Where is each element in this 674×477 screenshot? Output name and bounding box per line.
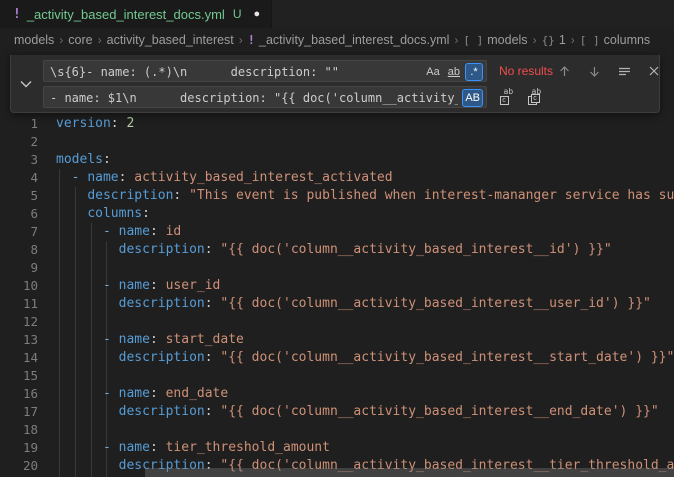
code-line: models: xyxy=(56,151,674,169)
line-number: 14 xyxy=(0,349,44,367)
array-symbol-icon: [ ] xyxy=(580,34,600,47)
breadcrumb-item[interactable]: core xyxy=(68,33,92,47)
breadcrumb-item[interactable]: {} 1 xyxy=(542,33,566,47)
breadcrumb-separator-icon: › xyxy=(59,33,63,47)
line-number: 8 xyxy=(0,241,44,259)
replace-value-text: - name: $1\n description: "{{ doc('colum… xyxy=(50,89,458,107)
breadcrumb: models › core › activity_based_interest ›! _ac… xyxy=(0,28,674,52)
code-line: description: "{{ doc('column__activity_b… xyxy=(56,349,674,367)
code-line: - name: id xyxy=(56,223,674,241)
code-line xyxy=(56,367,674,385)
code-line: version: 2 xyxy=(56,115,674,133)
replace-one-button[interactable]: abc xyxy=(497,86,519,108)
code-editor[interactable]: 1234567891011121314151617181920 version:… xyxy=(0,52,674,477)
code-line xyxy=(56,259,674,277)
array-symbol-icon: [ ] xyxy=(463,34,483,47)
code-line: columns: xyxy=(56,205,674,223)
code-line: description: "{{ doc('column__activity_b… xyxy=(56,403,674,421)
modified-dot-icon[interactable]: ● xyxy=(254,8,261,20)
tab-filename: _activity_based_interest_docs.yml xyxy=(27,7,225,22)
close-find-widget-button[interactable] xyxy=(643,60,665,82)
replace-all-icon: abc xyxy=(528,89,545,105)
replace-icon: abc xyxy=(500,89,517,105)
breadcrumb-label: _activity_based_interest_docs.yml xyxy=(259,33,449,47)
previous-match-button[interactable] xyxy=(553,60,575,82)
line-number: 4 xyxy=(0,169,44,187)
line-number: 3 xyxy=(0,151,44,169)
breadcrumb-separator-icon: › xyxy=(239,33,243,47)
line-number: 15 xyxy=(0,367,44,385)
breadcrumb-item[interactable]: models xyxy=(14,33,54,47)
code-line: description: "This event is published wh… xyxy=(56,187,674,205)
yaml-file-icon: ! xyxy=(13,7,21,22)
breadcrumb-separator-icon: › xyxy=(571,33,575,47)
line-number: 17 xyxy=(0,403,44,421)
line-number: 16 xyxy=(0,385,44,403)
code-line xyxy=(56,421,674,439)
code-line: - name: user_id xyxy=(56,277,674,295)
line-number: 5 xyxy=(0,187,44,205)
breadcrumb-label: activity_based_interest xyxy=(107,33,234,47)
breadcrumb-label: models xyxy=(14,33,54,47)
replace-input[interactable]: - name: $1\n description: "{{ doc('colum… xyxy=(43,86,487,108)
breadcrumb-separator-icon: › xyxy=(98,33,102,47)
line-number: 19 xyxy=(0,439,44,457)
line-number: 18 xyxy=(0,421,44,439)
line-number: 6 xyxy=(0,205,44,223)
horizontal-scrollbar-thumb[interactable] xyxy=(145,468,674,477)
code-content: version: 2 models: - name: activity_based… xyxy=(56,115,674,475)
object-symbol-icon: {} xyxy=(542,34,555,47)
git-untracked-badge: U xyxy=(233,7,242,21)
vscode-window: ! _activity_based_interest_docs.yml U ● … xyxy=(0,0,674,477)
line-number: 2 xyxy=(0,133,44,151)
find-query-text: \s{6}- name: (.*)\n description: "" xyxy=(50,63,414,81)
replace-all-button[interactable]: abc xyxy=(525,86,547,108)
find-input[interactable]: \s{6}- name: (.*)\n description: "" Aa a… xyxy=(43,60,487,82)
find-replace-widget: \s{6}- name: (.*)\n description: "" Aa a… xyxy=(10,55,660,113)
line-number-gutter: 1234567891011121314151617181920 xyxy=(0,115,44,475)
line-number: 11 xyxy=(0,295,44,313)
tab-file[interactable]: ! _activity_based_interest_docs.yml U ● xyxy=(0,0,272,28)
tab-bar: ! _activity_based_interest_docs.yml U ● xyxy=(0,0,674,28)
code-line: - name: tier_threshold_amount xyxy=(56,439,674,457)
line-number: 12 xyxy=(0,313,44,331)
code-line xyxy=(56,133,674,151)
line-number: 13 xyxy=(0,331,44,349)
line-number: 1 xyxy=(0,115,44,133)
breadcrumb-item[interactable]: [ ] models xyxy=(463,33,527,47)
code-line: description: "{{ doc('column__activity_b… xyxy=(56,241,674,259)
match-case-toggle[interactable]: Aa xyxy=(423,63,442,81)
yaml-symbol-icon: ! xyxy=(248,33,255,47)
code-line: - name: activity_based_interest_activate… xyxy=(56,169,674,187)
preserve-case-toggle[interactable]: AB xyxy=(462,89,483,107)
code-line: - name: end_date xyxy=(56,385,674,403)
regex-toggle[interactable]: .* xyxy=(465,63,483,81)
line-number: 7 xyxy=(0,223,44,241)
breadcrumb-label: models xyxy=(487,33,527,47)
breadcrumb-label: 1 xyxy=(559,33,566,47)
code-line xyxy=(56,313,674,331)
find-results-status: No results xyxy=(499,64,553,78)
breadcrumb-separator-icon: › xyxy=(454,33,458,47)
code-line: - name: start_date xyxy=(56,331,674,349)
find-in-selection-button[interactable] xyxy=(613,60,635,82)
breadcrumb-item[interactable]: ! _activity_based_interest_docs.yml xyxy=(248,33,450,47)
breadcrumb-label: core xyxy=(68,33,92,47)
line-number: 10 xyxy=(0,277,44,295)
breadcrumb-item[interactable]: activity_based_interest xyxy=(107,33,234,47)
breadcrumb-separator-icon: › xyxy=(533,33,537,47)
collapse-replace-chevron-icon[interactable] xyxy=(11,55,41,113)
line-number: 20 xyxy=(0,457,44,475)
code-line: description: "{{ doc('column__activity_b… xyxy=(56,295,674,313)
breadcrumb-item[interactable]: [ ] columns xyxy=(580,33,650,47)
next-match-button[interactable] xyxy=(583,60,605,82)
line-number: 9 xyxy=(0,259,44,277)
breadcrumb-label: columns xyxy=(604,33,651,47)
whole-word-toggle[interactable]: ab xyxy=(445,63,463,81)
